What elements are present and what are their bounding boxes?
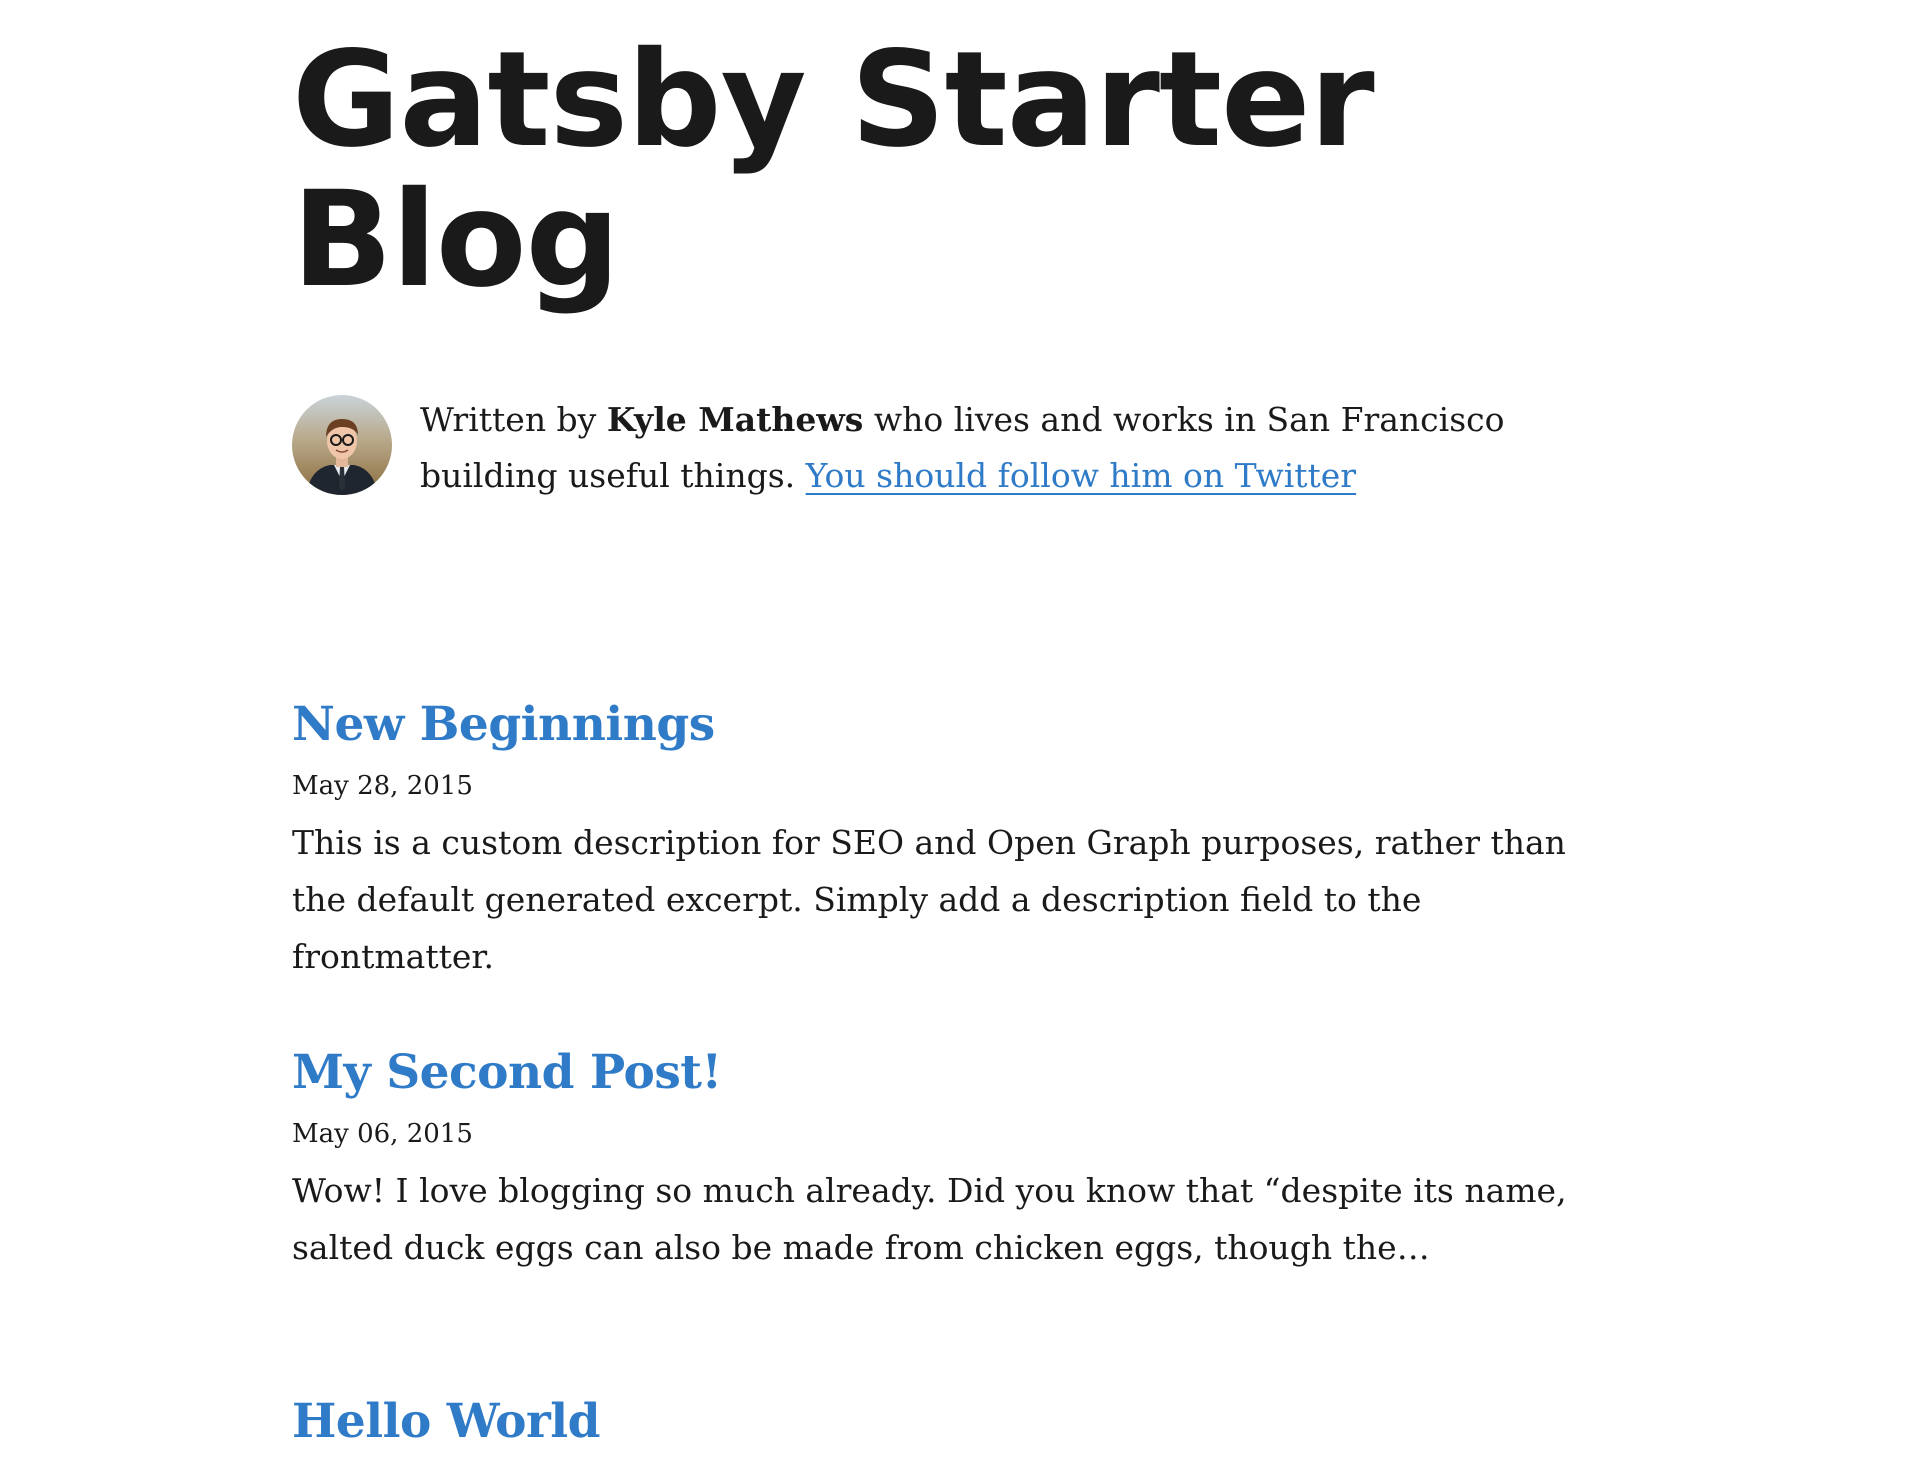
post-date: May 06, 2015 bbox=[292, 1119, 473, 1149]
bio-author-name: Kyle Mathews bbox=[606, 400, 864, 439]
avatar bbox=[292, 395, 392, 495]
post-item: New Beginnings May 28, 2015 This is a cu… bbox=[292, 690, 1592, 985]
post-title-link[interactable]: Hello World bbox=[292, 1394, 601, 1449]
author-photo bbox=[292, 395, 392, 495]
post-date: May 28, 2015 bbox=[292, 771, 473, 801]
post-title-link[interactable]: My Second Post! bbox=[292, 1045, 722, 1100]
post-title: New Beginnings bbox=[292, 690, 1592, 760]
post-title-link[interactable]: New Beginnings bbox=[292, 697, 715, 752]
bio-prefix: Written by bbox=[420, 400, 607, 439]
bio-text: Written by Kyle Mathews who lives and wo… bbox=[420, 392, 1570, 504]
post-item: Hello World bbox=[292, 1387, 1592, 1457]
twitter-link[interactable]: You should follow him on Twitter bbox=[806, 456, 1356, 495]
post-title: My Second Post! bbox=[292, 1038, 1592, 1108]
post-item: My Second Post! May 06, 2015 Wow! I love… bbox=[292, 1038, 1592, 1276]
post-excerpt: Wow! I love blogging so much already. Di… bbox=[292, 1171, 1567, 1267]
post-excerpt: This is a custom description for SEO and… bbox=[292, 823, 1566, 976]
post-title: Hello World bbox=[292, 1387, 1592, 1457]
bio: Written by Kyle Mathews who lives and wo… bbox=[292, 393, 1592, 504]
site-title[interactable]: Gatsby Starter Blog bbox=[292, 30, 1392, 310]
